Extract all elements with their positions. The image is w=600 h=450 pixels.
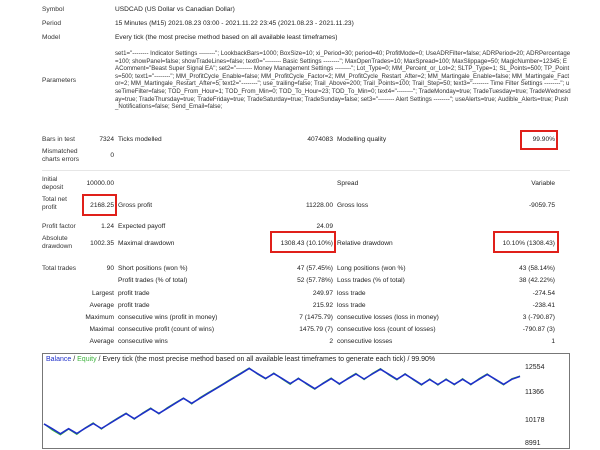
maximal-drawdown-label: Maximal drawdown bbox=[118, 240, 175, 247]
model-label: Model bbox=[42, 34, 60, 41]
chart-title-rest: / Every tick (the most precise method ba… bbox=[96, 356, 436, 363]
average-consec-wins-value: 2 bbox=[329, 338, 333, 345]
short-positions-label: Short positions (won %) bbox=[118, 265, 188, 272]
maximum-wins-value: 7 (1475.79) bbox=[299, 314, 333, 321]
chart-title-balance: Balance bbox=[46, 356, 72, 363]
y-tick-label: 8991 bbox=[524, 440, 542, 447]
bars-in-test-value: 7324 bbox=[99, 136, 114, 143]
maximum-losses-value: 3 (-790.87) bbox=[522, 314, 555, 321]
model-value: Every tick (the most precise method base… bbox=[115, 34, 338, 41]
largest-profit-value: 249.97 bbox=[312, 290, 333, 297]
maximum-label: Maximum bbox=[85, 314, 114, 321]
maximal-wins-value: 1475.79 (7) bbox=[299, 326, 333, 333]
chart-title-equity: Equity bbox=[77, 356, 97, 363]
bars-in-test-label: Bars in test bbox=[42, 136, 75, 143]
period-value: 15 Minutes (M15) 2021.08.23 03:00 - 2021… bbox=[115, 20, 354, 27]
parameters-label: Parameters bbox=[42, 77, 77, 84]
profit-factor-value: 1.24 bbox=[101, 223, 114, 230]
highlight-relative-drawdown bbox=[493, 231, 559, 253]
y-tick-label: 11366 bbox=[524, 389, 545, 396]
total-trades-label: Total trades bbox=[42, 265, 77, 272]
maximal-losses-value: -790.87 (3) bbox=[522, 326, 555, 333]
largest-label: Largest bbox=[92, 290, 114, 297]
symbol-label: Symbol bbox=[42, 6, 64, 13]
long-positions-label: Long positions (won %) bbox=[337, 265, 406, 272]
average-consec-losses-label: consecutive losses bbox=[337, 338, 393, 345]
balance-equity-chart bbox=[42, 353, 570, 449]
average-label: Average bbox=[89, 302, 114, 309]
average-profit-label: profit trade bbox=[118, 302, 150, 309]
initial-deposit-value: 10000.00 bbox=[86, 180, 114, 187]
profit-trades-value: 52 (57.78%) bbox=[297, 277, 333, 284]
expected-payoff-label: Expected payoff bbox=[118, 223, 166, 230]
loss-trades-value: 38 (42.22%) bbox=[519, 277, 555, 284]
gross-profit-label: Gross profit bbox=[118, 202, 153, 209]
highlight-modelling-quality bbox=[520, 130, 558, 150]
expected-payoff-value: 24.09 bbox=[316, 223, 333, 230]
parameters-value: set1="-------- Indicator Settings ------… bbox=[115, 50, 571, 111]
average-consec-wins-label: consecutive wins bbox=[118, 338, 168, 345]
average-loss-value: -238.41 bbox=[532, 302, 555, 309]
maximum-wins-label: consecutive wins (profit in money) bbox=[118, 314, 218, 321]
highlight-maximal-drawdown bbox=[270, 231, 336, 253]
relative-drawdown-label: Relative drawdown bbox=[337, 240, 393, 247]
profit-trades-label: Profit trades (% of total) bbox=[118, 277, 188, 284]
highlight-total-net-profit bbox=[82, 194, 117, 216]
profit-factor-label: Profit factor bbox=[42, 223, 76, 230]
ticks-modelled-value: 4074083 bbox=[307, 136, 333, 143]
short-positions-value: 47 (57.45%) bbox=[297, 265, 333, 272]
average-consec-losses-value: 1 bbox=[551, 338, 555, 345]
symbol-value: USDCAD (US Dollar vs Canadian Dollar) bbox=[115, 6, 235, 13]
average-loss-label: loss trade bbox=[337, 302, 366, 309]
gross-profit-value: 11228.00 bbox=[305, 202, 333, 209]
largest-loss-label: loss trade bbox=[337, 290, 366, 297]
long-positions-value: 43 (58.14%) bbox=[519, 265, 555, 272]
ticks-modelled-label: Ticks modelled bbox=[118, 136, 162, 143]
absolute-drawdown-value: 1002.35 bbox=[90, 240, 114, 247]
largest-profit-label: profit trade bbox=[118, 290, 150, 297]
mismatched-label: Mismatched charts errors bbox=[42, 148, 80, 163]
y-tick-label: 12554 bbox=[524, 364, 546, 371]
modelling-quality-label: Modelling quality bbox=[337, 136, 387, 143]
total-net-profit-label: Total net profit bbox=[42, 196, 67, 211]
average-consec-label: Average bbox=[89, 338, 114, 345]
largest-loss-value: -274.54 bbox=[532, 290, 555, 297]
maximal-wins-label: consecutive profit (count of wins) bbox=[118, 326, 215, 333]
gross-loss-label: Gross loss bbox=[337, 202, 369, 209]
y-tick-label: 10178 bbox=[524, 417, 546, 424]
average-profit-value: 215.92 bbox=[312, 302, 333, 309]
mismatched-value: 0 bbox=[110, 152, 114, 159]
loss-trades-label: Loss trades (% of total) bbox=[337, 277, 405, 284]
gross-loss-value: -9059.75 bbox=[528, 202, 555, 209]
spread-value: Variable bbox=[531, 180, 555, 187]
total-trades-value: 90 bbox=[106, 265, 114, 272]
chart-title: Balance / Equity / Every tick (the most … bbox=[46, 355, 435, 364]
maximum-losses-label: consecutive losses (loss in money) bbox=[337, 314, 439, 321]
maximal-losses-label: consecutive loss (count of losses) bbox=[337, 326, 436, 333]
maximal-label: Maximal bbox=[89, 326, 114, 333]
spread-label: Spread bbox=[337, 180, 359, 187]
period-label: Period bbox=[42, 20, 62, 27]
divider bbox=[42, 170, 570, 171]
